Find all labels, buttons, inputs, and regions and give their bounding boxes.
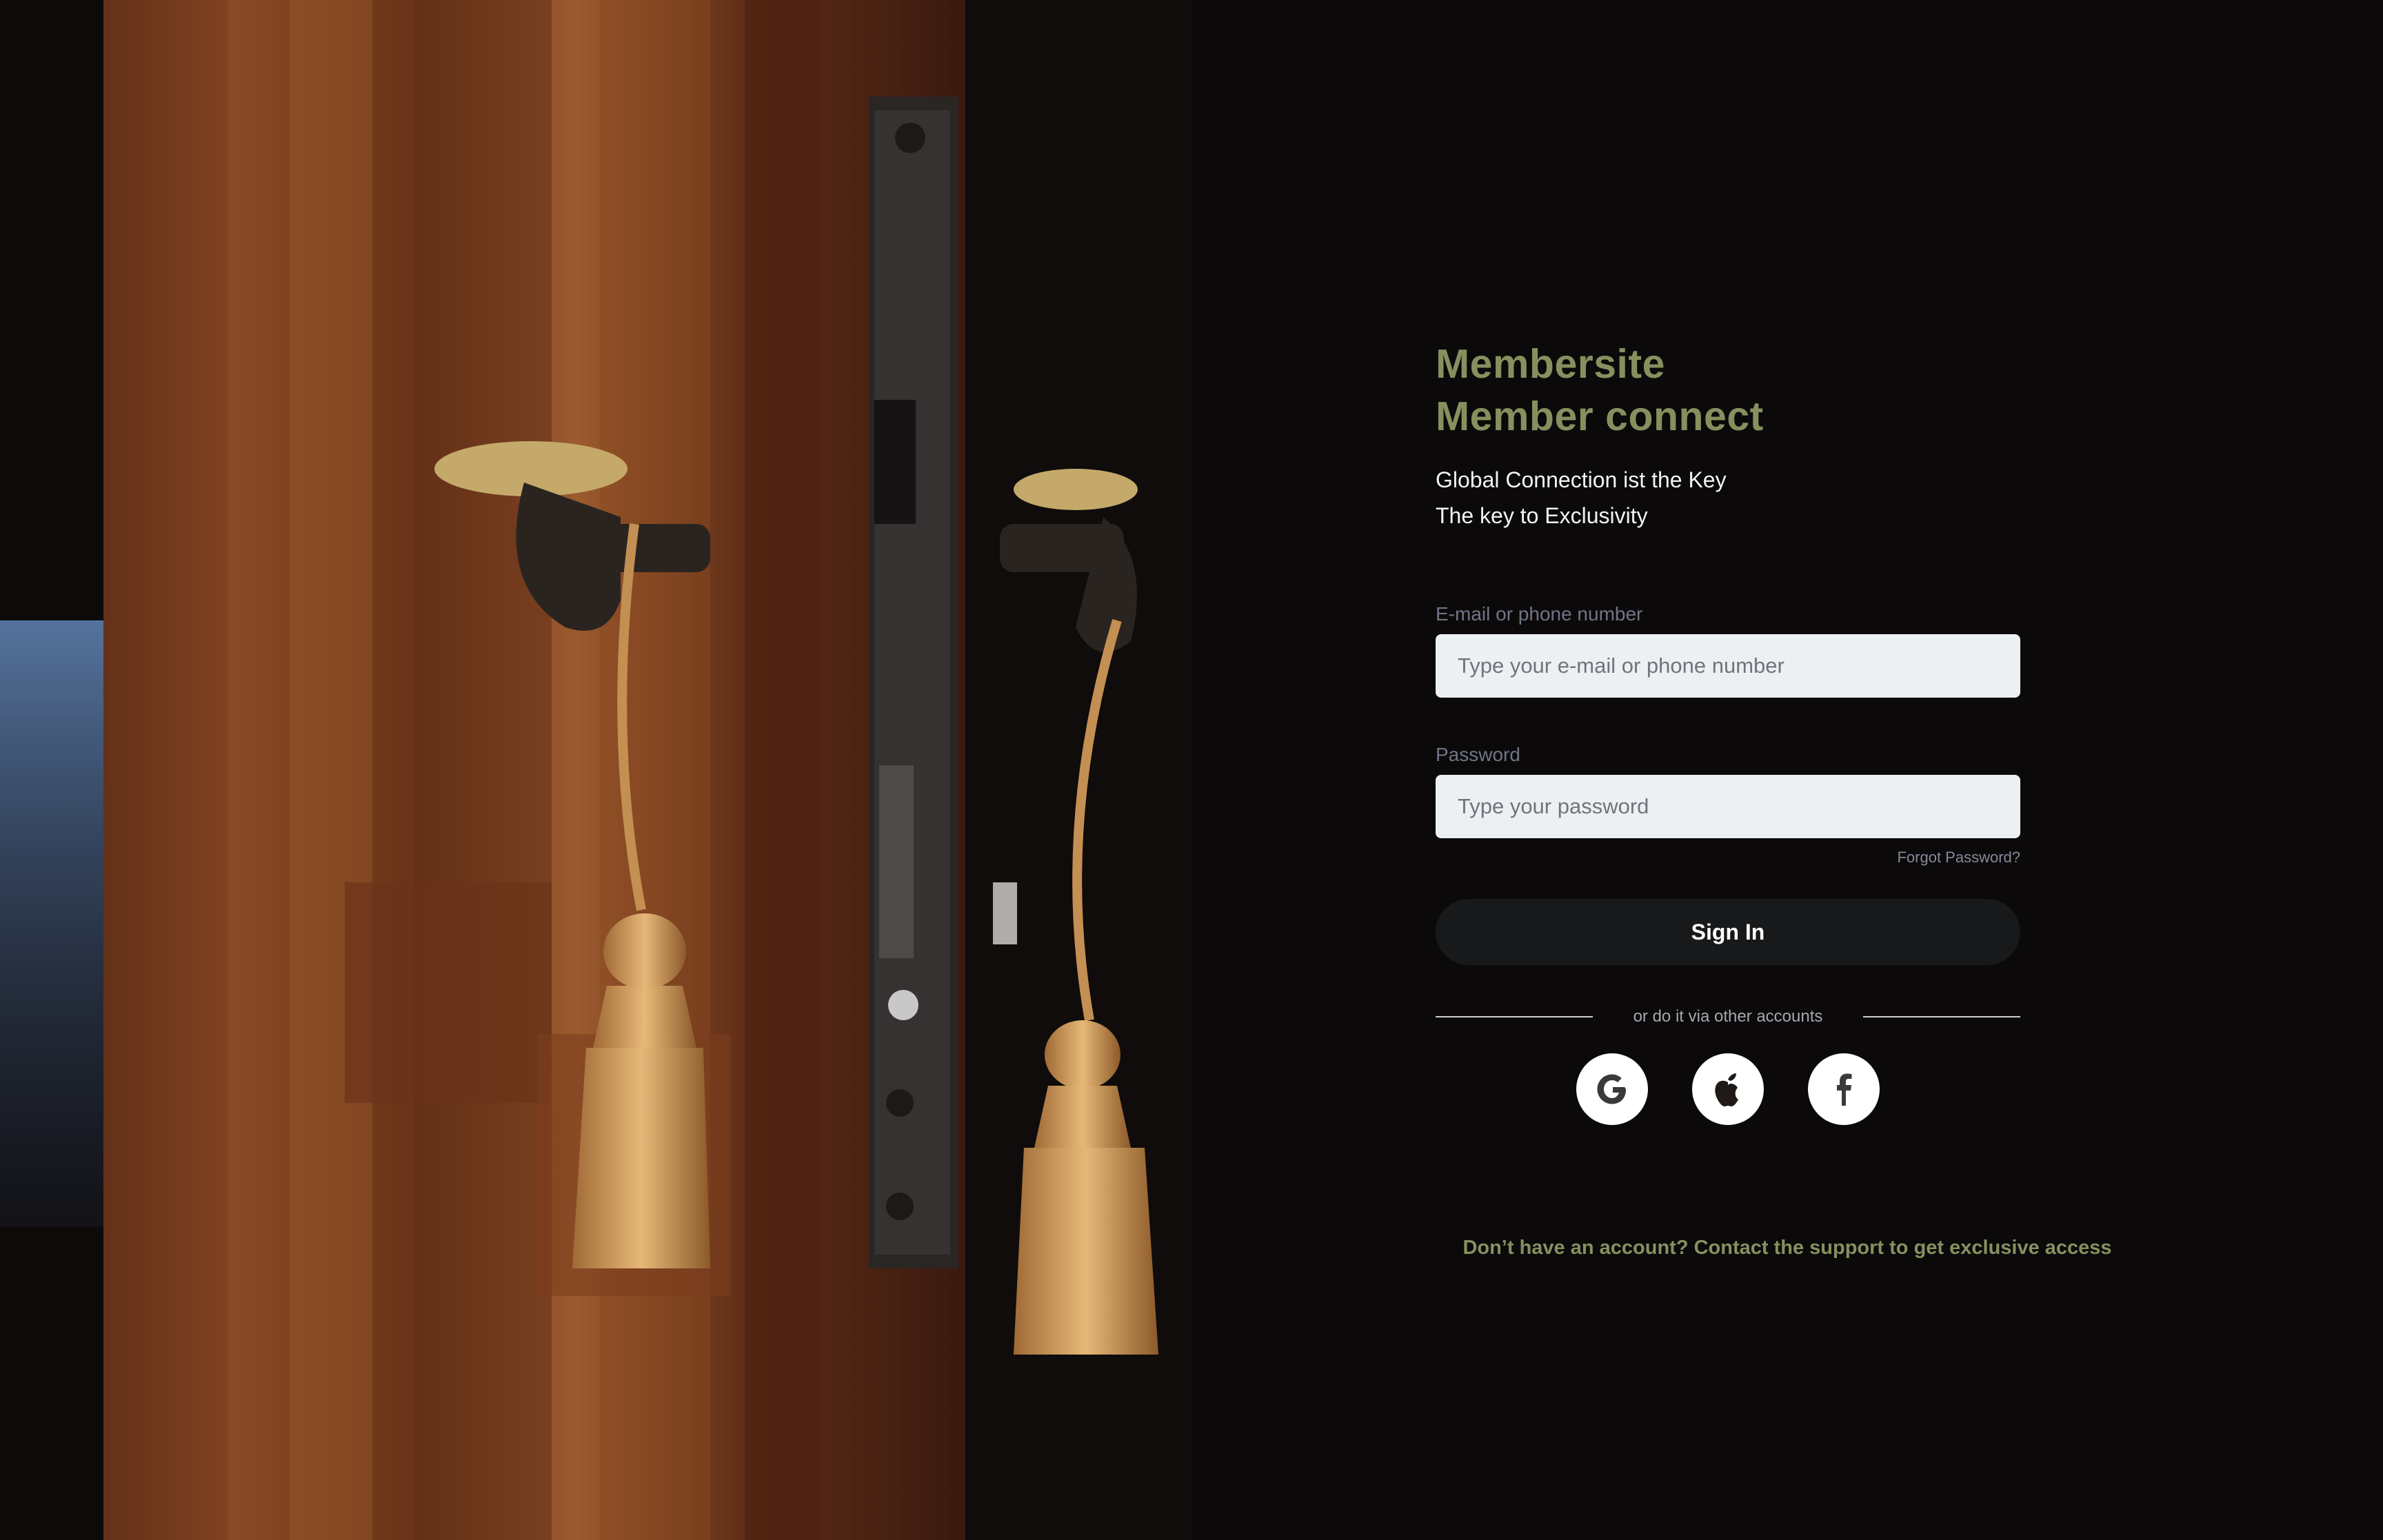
contact-support-link[interactable]: Don’t have an account? Contact the suppo… [1192, 1235, 2383, 1260]
tagline: Global Connection ist the Key The key to… [1436, 462, 2020, 534]
email-label: E-mail or phone number [1436, 603, 1643, 625]
google-login-button[interactable] [1576, 1053, 1648, 1125]
facebook-login-button[interactable] [1808, 1053, 1880, 1125]
sign-in-button[interactable]: Sign In [1436, 899, 2020, 965]
brand-title: Membersite [1436, 341, 1665, 387]
divider-line-right [1863, 1016, 2020, 1017]
divider-text: or do it via other accounts [1633, 1007, 1823, 1026]
social-login-buttons [1436, 1053, 2020, 1125]
divider-line-left [1436, 1016, 1593, 1017]
password-label: Password [1436, 744, 1520, 765]
brand-subtitle: Member connect [1436, 394, 1764, 439]
email-input[interactable] [1436, 634, 2020, 698]
login-panel: Membersite Member connect Global Connect… [1192, 0, 2383, 1540]
google-icon [1597, 1074, 1626, 1104]
hero-image [0, 0, 1192, 1540]
tagline-line-1: Global Connection ist the Key [1436, 467, 1727, 492]
apple-icon [1715, 1073, 1738, 1106]
apple-login-button[interactable] [1692, 1053, 1764, 1125]
password-input[interactable] [1436, 775, 2020, 838]
login-form: Membersite Member connect Global Connect… [1436, 338, 2020, 1125]
facebook-icon [1837, 1073, 1852, 1106]
forgot-password-link[interactable]: Forgot Password? [1436, 848, 2020, 867]
login-page: Membersite Member connect Global Connect… [0, 0, 2383, 1540]
tagline-line-2: The key to Exclusivity [1436, 503, 1648, 528]
door-photo [0, 0, 1192, 1540]
social-divider: or do it via other accounts [1436, 1006, 2020, 1027]
